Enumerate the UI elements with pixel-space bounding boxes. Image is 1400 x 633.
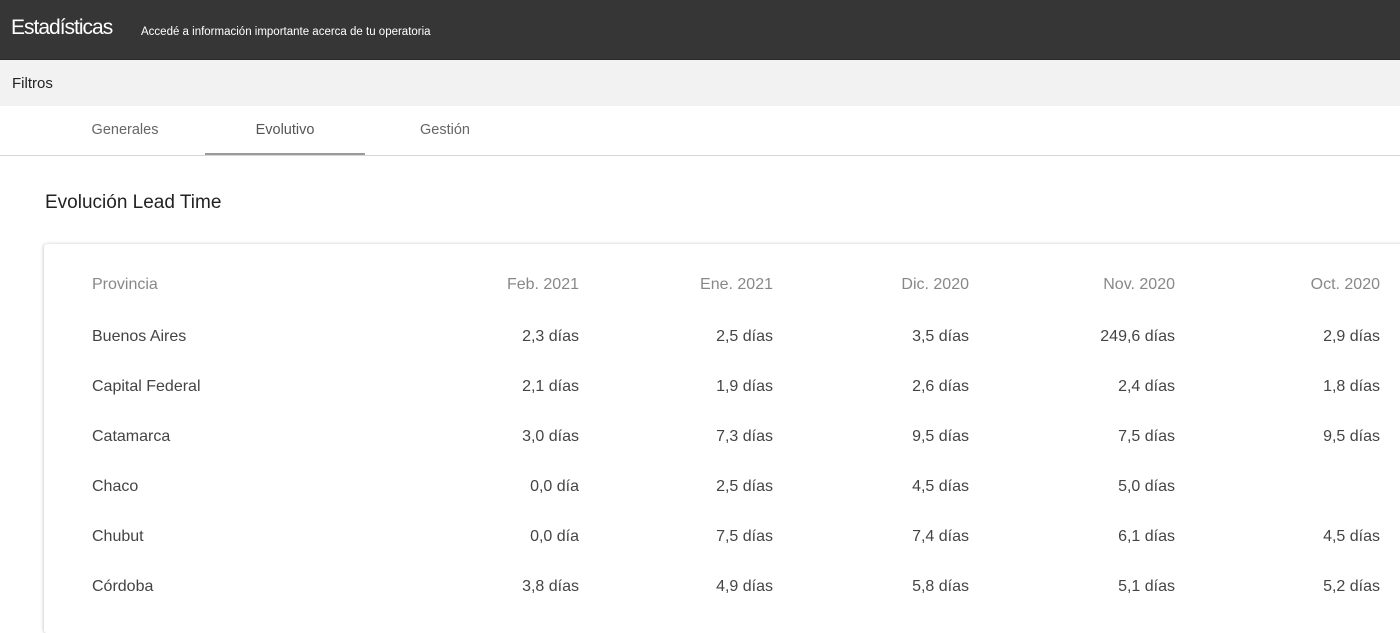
table-cell: 9,5 días xyxy=(1323,428,1380,445)
row-province-cell: Chaco xyxy=(92,478,139,495)
table-cell: 9,5 días xyxy=(912,428,969,445)
table-cell: 7,3 días xyxy=(716,428,773,445)
row-province-cell: Capital Federal xyxy=(92,378,201,395)
table-cell: 4,5 días xyxy=(1323,528,1380,545)
tab-gestion[interactable]: Gestión xyxy=(365,106,525,155)
section-title: Evolución Lead Time xyxy=(45,192,222,213)
table-cell: 1,9 días xyxy=(716,378,773,395)
table-cell: 4,9 días xyxy=(716,578,773,595)
tab-evolutivo[interactable]: Evolutivo xyxy=(205,106,365,155)
table-cell: 2,5 días xyxy=(716,328,773,345)
filters-bar[interactable]: Filtros xyxy=(0,60,1400,106)
app-subtitle: Accedé a información importante acerca d… xyxy=(141,26,431,38)
column-header-nov-2020: Nov. 2020 xyxy=(1103,276,1175,293)
column-header-ene-2021: Ene. 2021 xyxy=(700,276,773,293)
table-cell: 5,8 días xyxy=(912,578,969,595)
table-cell: 5,0 días xyxy=(1118,478,1175,495)
table-cell: 6,1 días xyxy=(1118,528,1175,545)
table-cell: 3,5 días xyxy=(912,328,969,345)
table-cell: 249,6 días xyxy=(1100,328,1175,345)
table-cell: 7,5 días xyxy=(1118,428,1175,445)
tab-generales[interactable]: Generales xyxy=(45,106,205,155)
table-cell: 7,5 días xyxy=(716,528,773,545)
table-cell: 1,8 días xyxy=(1323,378,1380,395)
filters-toggle[interactable]: Filtros xyxy=(12,75,53,92)
column-header-dic-2020: Dic. 2020 xyxy=(901,276,969,293)
table-cell: 5,1 días xyxy=(1118,578,1175,595)
table-cell: 2,9 días xyxy=(1323,328,1380,345)
row-province-cell: Chubut xyxy=(92,528,144,545)
table-cell: 3,8 días xyxy=(522,578,579,595)
row-province-cell: Catamarca xyxy=(92,428,171,445)
table-cell: 2,1 días xyxy=(522,378,579,395)
row-province-cell: Córdoba xyxy=(92,578,154,595)
top-header-bar: Estadísticas Accedé a información import… xyxy=(0,0,1400,60)
table-cell: 7,4 días xyxy=(912,528,969,545)
table-cell: 2,5 días xyxy=(716,478,773,495)
row-province-cell: Buenos Aires xyxy=(92,328,187,345)
table-cell: 0,0 día xyxy=(530,528,579,545)
tab-bar: Generales Evolutivo Gestión xyxy=(0,106,1400,156)
app-title: Estadísticas xyxy=(11,16,113,39)
table-cell: 2,4 días xyxy=(1118,378,1175,395)
column-header-oct-2020: Oct. 2020 xyxy=(1310,276,1380,293)
column-header-feb-2021: Feb. 2021 xyxy=(506,276,579,293)
table-cell: 3,0 días xyxy=(522,428,579,445)
table-cell: 4,5 días xyxy=(912,478,969,495)
lead-time-table-card: Provincia Feb. 2021 Ene. 2021 Dic. 2020 … xyxy=(44,244,1400,633)
table-cell: 5,2 días xyxy=(1323,578,1380,595)
table-cell: 2,6 días xyxy=(912,378,969,395)
table-cell: 0,0 día xyxy=(530,478,579,495)
column-header-provincia: Provincia xyxy=(92,276,158,293)
table-cell: 2,3 días xyxy=(522,328,579,345)
